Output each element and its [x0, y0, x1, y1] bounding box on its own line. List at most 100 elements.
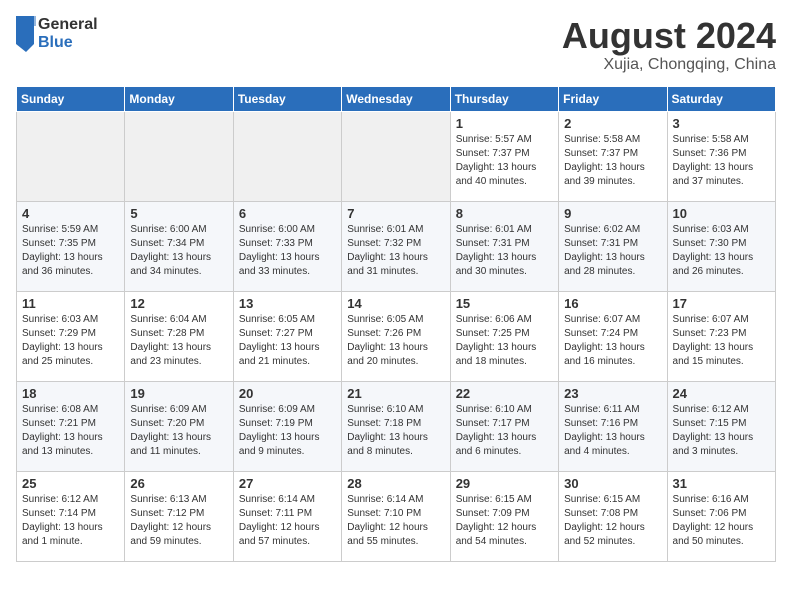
calendar-cell: 22 Sunrise: 6:10 AM Sunset: 7:17 PM Dayli… [450, 381, 558, 471]
day-info: Sunrise: 6:04 AM Sunset: 7:28 PM Dayligh… [130, 313, 227, 369]
day-number: 1 [456, 116, 553, 131]
day-number: 24 [673, 386, 770, 401]
weekday-header-monday: Monday [125, 86, 233, 111]
day-number: 4 [22, 206, 119, 221]
day-info: Sunrise: 6:00 AM Sunset: 7:33 PM Dayligh… [239, 223, 336, 279]
calendar-week-5: 25 Sunrise: 6:12 AM Sunset: 7:14 PM Dayli… [17, 471, 776, 561]
day-info: Sunrise: 6:05 AM Sunset: 7:26 PM Dayligh… [347, 313, 444, 369]
day-info: Sunrise: 6:07 AM Sunset: 7:23 PM Dayligh… [673, 313, 770, 369]
day-number: 19 [130, 386, 227, 401]
day-info: Sunrise: 6:14 AM Sunset: 7:11 PM Dayligh… [239, 493, 336, 549]
day-info: Sunrise: 6:03 AM Sunset: 7:29 PM Dayligh… [22, 313, 119, 369]
logo: General Blue [16, 16, 98, 52]
calendar-header-row: SundayMondayTuesdayWednesdayThursdayFrid… [17, 86, 776, 111]
day-number: 7 [347, 206, 444, 221]
calendar-week-1: 1 Sunrise: 5:57 AM Sunset: 7:37 PM Daylig… [17, 111, 776, 201]
calendar-cell [342, 111, 450, 201]
calendar-cell: 12Sunrise: 6:04 AM Sunset: 7:28 PM Dayli… [125, 291, 233, 381]
day-number: 20 [239, 386, 336, 401]
calendar-cell: 3 Sunrise: 5:58 AM Sunset: 7:36 PM Daylig… [667, 111, 775, 201]
calendar-table: SundayMondayTuesdayWednesdayThursdayFrid… [16, 86, 776, 562]
calendar-cell: 30 Sunrise: 6:15 AM Sunset: 7:08 PM Dayli… [559, 471, 667, 561]
day-info: Sunrise: 6:12 AM Sunset: 7:14 PM Dayligh… [22, 493, 119, 549]
calendar-cell: 21Sunrise: 6:10 AM Sunset: 7:18 PM Dayli… [342, 381, 450, 471]
day-number: 8 [456, 206, 553, 221]
day-number: 26 [130, 476, 227, 491]
day-number: 29 [456, 476, 553, 491]
calendar-week-2: 4 Sunrise: 5:59 AM Sunset: 7:35 PM Daylig… [17, 201, 776, 291]
day-number: 5 [130, 206, 227, 221]
logo-text: General Blue [38, 16, 98, 51]
calendar-cell [17, 111, 125, 201]
day-info: Sunrise: 6:16 AM Sunset: 7:06 PM Dayligh… [673, 493, 770, 549]
weekday-header-tuesday: Tuesday [233, 86, 341, 111]
calendar-cell [125, 111, 233, 201]
logo-general: General [38, 16, 98, 34]
day-info: Sunrise: 6:10 AM Sunset: 7:17 PM Dayligh… [456, 403, 553, 459]
day-number: 13 [239, 296, 336, 311]
day-number: 21 [347, 386, 444, 401]
day-number: 31 [673, 476, 770, 491]
weekday-header-saturday: Saturday [667, 86, 775, 111]
calendar-cell: 4 Sunrise: 5:59 AM Sunset: 7:35 PM Daylig… [17, 201, 125, 291]
calendar-week-4: 18Sunrise: 6:08 AM Sunset: 7:21 PM Dayli… [17, 381, 776, 471]
day-info: Sunrise: 5:59 AM Sunset: 7:35 PM Dayligh… [22, 223, 119, 279]
page-header: General Blue August 2024 Xujia, Chongqin… [16, 16, 776, 74]
day-info: Sunrise: 5:58 AM Sunset: 7:36 PM Dayligh… [673, 133, 770, 189]
calendar-cell: 23 Sunrise: 6:11 AM Sunset: 7:16 PM Dayli… [559, 381, 667, 471]
day-info: Sunrise: 6:14 AM Sunset: 7:10 PM Dayligh… [347, 493, 444, 549]
day-info: Sunrise: 5:57 AM Sunset: 7:37 PM Dayligh… [456, 133, 553, 189]
day-number: 10 [673, 206, 770, 221]
day-number: 2 [564, 116, 661, 131]
day-info: Sunrise: 6:15 AM Sunset: 7:08 PM Dayligh… [564, 493, 661, 549]
calendar-cell: 1 Sunrise: 5:57 AM Sunset: 7:37 PM Daylig… [450, 111, 558, 201]
day-info: Sunrise: 6:01 AM Sunset: 7:32 PM Dayligh… [347, 223, 444, 279]
day-info: Sunrise: 6:08 AM Sunset: 7:21 PM Dayligh… [22, 403, 119, 459]
day-info: Sunrise: 6:09 AM Sunset: 7:19 PM Dayligh… [239, 403, 336, 459]
weekday-header-sunday: Sunday [17, 86, 125, 111]
calendar-cell: 27Sunrise: 6:14 AM Sunset: 7:11 PM Dayli… [233, 471, 341, 561]
calendar-cell: 15 Sunrise: 6:06 AM Sunset: 7:25 PM Dayli… [450, 291, 558, 381]
day-info: Sunrise: 6:03 AM Sunset: 7:30 PM Dayligh… [673, 223, 770, 279]
day-info: Sunrise: 6:01 AM Sunset: 7:31 PM Dayligh… [456, 223, 553, 279]
calendar-cell: 11 Sunrise: 6:03 AM Sunset: 7:29 PM Dayli… [17, 291, 125, 381]
day-info: Sunrise: 6:15 AM Sunset: 7:09 PM Dayligh… [456, 493, 553, 549]
calendar-cell: 24 Sunrise: 6:12 AM Sunset: 7:15 PM Dayli… [667, 381, 775, 471]
calendar-body: 1 Sunrise: 5:57 AM Sunset: 7:37 PM Daylig… [17, 111, 776, 561]
day-number: 28 [347, 476, 444, 491]
calendar-cell: 14 Sunrise: 6:05 AM Sunset: 7:26 PM Dayli… [342, 291, 450, 381]
calendar-cell: 7 Sunrise: 6:01 AM Sunset: 7:32 PM Daylig… [342, 201, 450, 291]
calendar-cell: 20 Sunrise: 6:09 AM Sunset: 7:19 PM Dayli… [233, 381, 341, 471]
day-number: 9 [564, 206, 661, 221]
day-number: 14 [347, 296, 444, 311]
calendar-cell: 19 Sunrise: 6:09 AM Sunset: 7:20 PM Dayli… [125, 381, 233, 471]
logo-blue: Blue [38, 34, 98, 52]
calendar-cell: 2Sunrise: 5:58 AM Sunset: 7:37 PM Daylig… [559, 111, 667, 201]
calendar-cell: 9 Sunrise: 6:02 AM Sunset: 7:31 PM Daylig… [559, 201, 667, 291]
location: Xujia, Chongqing, China [562, 56, 776, 74]
day-info: Sunrise: 6:11 AM Sunset: 7:16 PM Dayligh… [564, 403, 661, 459]
calendar-cell [233, 111, 341, 201]
day-number: 3 [673, 116, 770, 131]
weekday-header-thursday: Thursday [450, 86, 558, 111]
calendar-cell: 13Sunrise: 6:05 AM Sunset: 7:27 PM Dayli… [233, 291, 341, 381]
day-info: Sunrise: 6:09 AM Sunset: 7:20 PM Dayligh… [130, 403, 227, 459]
day-number: 11 [22, 296, 119, 311]
calendar-cell: 18Sunrise: 6:08 AM Sunset: 7:21 PM Dayli… [17, 381, 125, 471]
weekday-header-wednesday: Wednesday [342, 86, 450, 111]
day-number: 22 [456, 386, 553, 401]
day-number: 23 [564, 386, 661, 401]
calendar-cell: 5Sunrise: 6:00 AM Sunset: 7:34 PM Daylig… [125, 201, 233, 291]
day-info: Sunrise: 6:13 AM Sunset: 7:12 PM Dayligh… [130, 493, 227, 549]
month-title: August 2024 [562, 16, 776, 56]
calendar-cell: 26 Sunrise: 6:13 AM Sunset: 7:12 PM Dayli… [125, 471, 233, 561]
day-info: Sunrise: 6:12 AM Sunset: 7:15 PM Dayligh… [673, 403, 770, 459]
day-number: 15 [456, 296, 553, 311]
day-number: 25 [22, 476, 119, 491]
day-number: 6 [239, 206, 336, 221]
day-info: Sunrise: 6:06 AM Sunset: 7:25 PM Dayligh… [456, 313, 553, 369]
day-info: Sunrise: 6:02 AM Sunset: 7:31 PM Dayligh… [564, 223, 661, 279]
calendar-cell: 17Sunrise: 6:07 AM Sunset: 7:23 PM Dayli… [667, 291, 775, 381]
title-block: August 2024 Xujia, Chongqing, China [562, 16, 776, 74]
day-number: 30 [564, 476, 661, 491]
